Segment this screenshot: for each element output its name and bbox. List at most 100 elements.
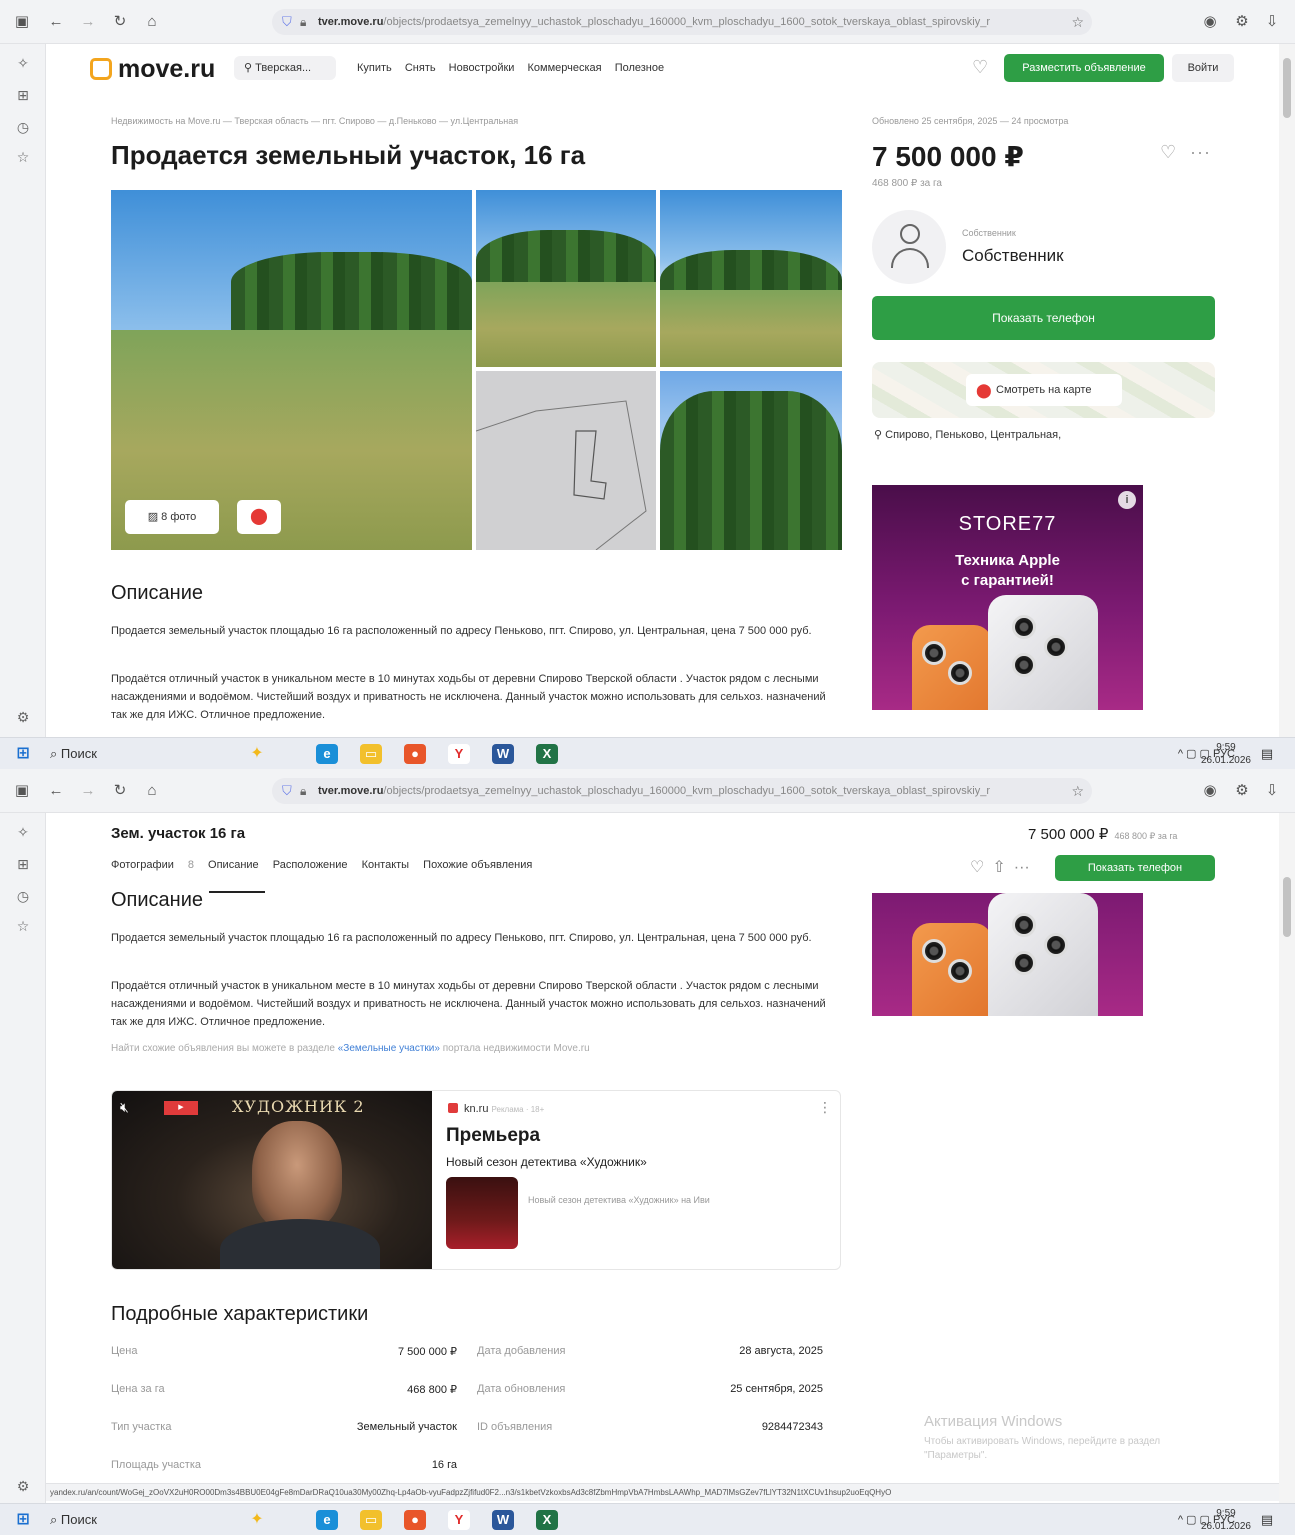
mute-icon[interactable]: 🔇︎ [120, 1099, 129, 1116]
firefox-icon[interactable]: ● [404, 744, 426, 764]
price-per-ha: 468 800 ₽ за га [872, 178, 942, 189]
extensions-icon[interactable]: ⚙ [1232, 781, 1252, 801]
firefox-icon[interactable]: ● [404, 1510, 426, 1530]
word-icon[interactable]: W [492, 744, 514, 764]
word-icon[interactable]: W [492, 1510, 514, 1530]
yandex-icon[interactable]: Y [448, 1510, 470, 1530]
photo-main[interactable] [111, 190, 472, 550]
nav-rent[interactable]: Снять [405, 62, 436, 74]
settings-gear-icon[interactable]: ⚙ [14, 708, 32, 726]
nav-new-buildings[interactable]: Новостройки [449, 62, 515, 74]
add-favorite-heart-icon[interactable]: ♡ [1160, 142, 1176, 163]
yandex-icon[interactable]: Y [448, 744, 470, 764]
ai-assistant-icon[interactable]: ✧ [14, 54, 32, 72]
photo-cadastral-plan[interactable] [476, 371, 656, 550]
edge-icon[interactable]: e [316, 1510, 338, 1530]
site-logo[interactable]: move.ru [90, 54, 215, 84]
breadcrumb[interactable]: Недвижимость на Move.ru — Тверская облас… [111, 116, 518, 126]
back-icon[interactable]: ← [46, 12, 66, 32]
copilot-icon[interactable]: ✦ [246, 1510, 268, 1530]
excel-icon[interactable]: X [536, 744, 558, 764]
home-icon[interactable]: ⌂ [142, 12, 162, 32]
region-selector[interactable]: ⚲ Тверская... [234, 56, 336, 80]
show-phone-button[interactable]: Показать телефон [872, 296, 1215, 340]
taskbar-search[interactable]: ⌕ Поиск [50, 1510, 230, 1530]
show-on-map-button[interactable]: ⬤ [237, 500, 281, 534]
video-player[interactable]: 🔇︎ ▶ ХУДОЖНИК 2 [112, 1091, 432, 1269]
tab-location[interactable]: Расположение [273, 859, 348, 871]
collections-icon[interactable]: ⊞ [14, 86, 32, 104]
bookmark-star-icon[interactable]: ☆ [1071, 778, 1084, 804]
ad-info-icon[interactable]: i [1118, 491, 1136, 509]
history-icon[interactable]: ◷ [14, 118, 32, 136]
edge-icon[interactable]: e [316, 744, 338, 764]
nav-commercial[interactable]: Коммерческая [528, 62, 602, 74]
address-bar[interactable]: ⛉ 🔒︎ tver.move.ru/objects/prodaetsya_zem… [272, 778, 1092, 804]
account-icon[interactable]: ◉ [1200, 781, 1220, 801]
more-options-icon[interactable]: ··· [1014, 859, 1030, 876]
post-ad-button[interactable]: Разместить объявление [1004, 54, 1164, 82]
view-on-map-button[interactable]: ⬤ Смотреть на карте [966, 374, 1122, 406]
tab-similar[interactable]: Похожие объявления [423, 859, 532, 871]
ad-banner-store77-sticky[interactable] [872, 893, 1143, 1016]
favorites-heart-icon[interactable]: ♡ [972, 57, 988, 78]
clock[interactable]: 9:59 26.01.2026 [1201, 1507, 1251, 1533]
reload-icon[interactable]: ↻ [110, 12, 130, 32]
extensions-icon[interactable]: ⚙ [1232, 12, 1252, 32]
explorer-icon[interactable]: ▭ [360, 1510, 382, 1530]
video-ad-card[interactable]: 🔇︎ ▶ ХУДОЖНИК 2 kn.ru Реклама · 18+ ⋮ Пр… [111, 1090, 841, 1270]
sidebar-toggle-icon[interactable]: ▣ [12, 781, 32, 801]
nav-buy[interactable]: Купить [357, 62, 392, 74]
tab-photos[interactable]: Фотографии 8 [111, 859, 194, 871]
copilot-icon[interactable]: ✦ [246, 744, 268, 764]
excel-icon[interactable]: X [536, 1510, 558, 1530]
bookmark-star-icon[interactable]: ☆ [1071, 9, 1084, 35]
login-button[interactable]: Войти [1172, 54, 1234, 82]
nav-useful[interactable]: Полезное [615, 62, 664, 74]
page-scrollbar[interactable] [1279, 813, 1295, 1503]
more-options-icon[interactable]: ··· [1190, 142, 1211, 163]
scrollbar-thumb[interactable] [1283, 877, 1291, 937]
favorite-heart-icon[interactable]: ♡ [970, 859, 984, 876]
page-scrollbar[interactable] [1279, 44, 1295, 737]
lock-icon: 🔒︎ [300, 15, 307, 29]
sticky-show-phone-button[interactable]: Показать телефон [1055, 855, 1215, 881]
sidebar-toggle-icon[interactable]: ▣ [12, 12, 32, 32]
notifications-icon[interactable]: ▤ [1256, 744, 1278, 764]
account-icon[interactable]: ◉ [1200, 12, 1220, 32]
home-icon[interactable]: ⌂ [142, 781, 162, 801]
all-photos-button[interactable]: ▨ 8 фото [125, 500, 219, 534]
forward-icon[interactable]: → [78, 781, 98, 801]
explorer-icon[interactable]: ▭ [360, 744, 382, 764]
favorites-icon[interactable]: ☆ [14, 917, 32, 935]
ad-menu-icon[interactable]: ⋮ [818, 1099, 832, 1116]
photo-forest[interactable] [660, 371, 842, 550]
photo-2[interactable] [476, 190, 656, 367]
clock[interactable]: 9:59 26.01.2026 [1201, 741, 1251, 767]
windows-start-icon[interactable]: ⊞ [12, 1510, 34, 1530]
tab-description[interactable]: Описание [208, 859, 259, 871]
tab-contacts[interactable]: Контакты [362, 859, 410, 871]
photo-3[interactable] [660, 190, 842, 367]
scrollbar-thumb[interactable] [1283, 58, 1291, 118]
address-bar[interactable]: ⛉ 🔒︎ tver.move.ru/objects/prodaetsya_zem… [272, 9, 1092, 35]
ad-banner-store77[interactable]: i STORE77 Техника Apple с гарантией! [872, 485, 1143, 710]
downloads-icon[interactable]: ⇩ [1262, 781, 1282, 801]
history-icon[interactable]: ◷ [14, 887, 32, 905]
share-icon[interactable]: ⇧ [992, 859, 1005, 876]
windows-start-icon[interactable]: ⊞ [12, 744, 34, 764]
notifications-icon[interactable]: ▤ [1256, 1510, 1278, 1530]
photo-gallery[interactable]: ▨ 8 фото ⬤ [111, 190, 842, 550]
settings-gear-icon[interactable]: ⚙ [14, 1477, 32, 1495]
forward-icon[interactable]: → [78, 12, 98, 32]
ai-assistant-icon[interactable]: ✧ [14, 823, 32, 841]
downloads-icon[interactable]: ⇩ [1262, 12, 1282, 32]
favorites-icon[interactable]: ☆ [14, 148, 32, 166]
back-icon[interactable]: ← [46, 781, 66, 801]
collections-icon[interactable]: ⊞ [14, 855, 32, 873]
map-pin-icon: ⬤ [250, 508, 268, 525]
land-plots-link[interactable]: «Земельные участки» [338, 1043, 440, 1054]
taskbar-search[interactable]: ⌕ Поиск [50, 744, 230, 764]
ad-thumbnail[interactable] [446, 1177, 518, 1249]
reload-icon[interactable]: ↻ [110, 781, 130, 801]
